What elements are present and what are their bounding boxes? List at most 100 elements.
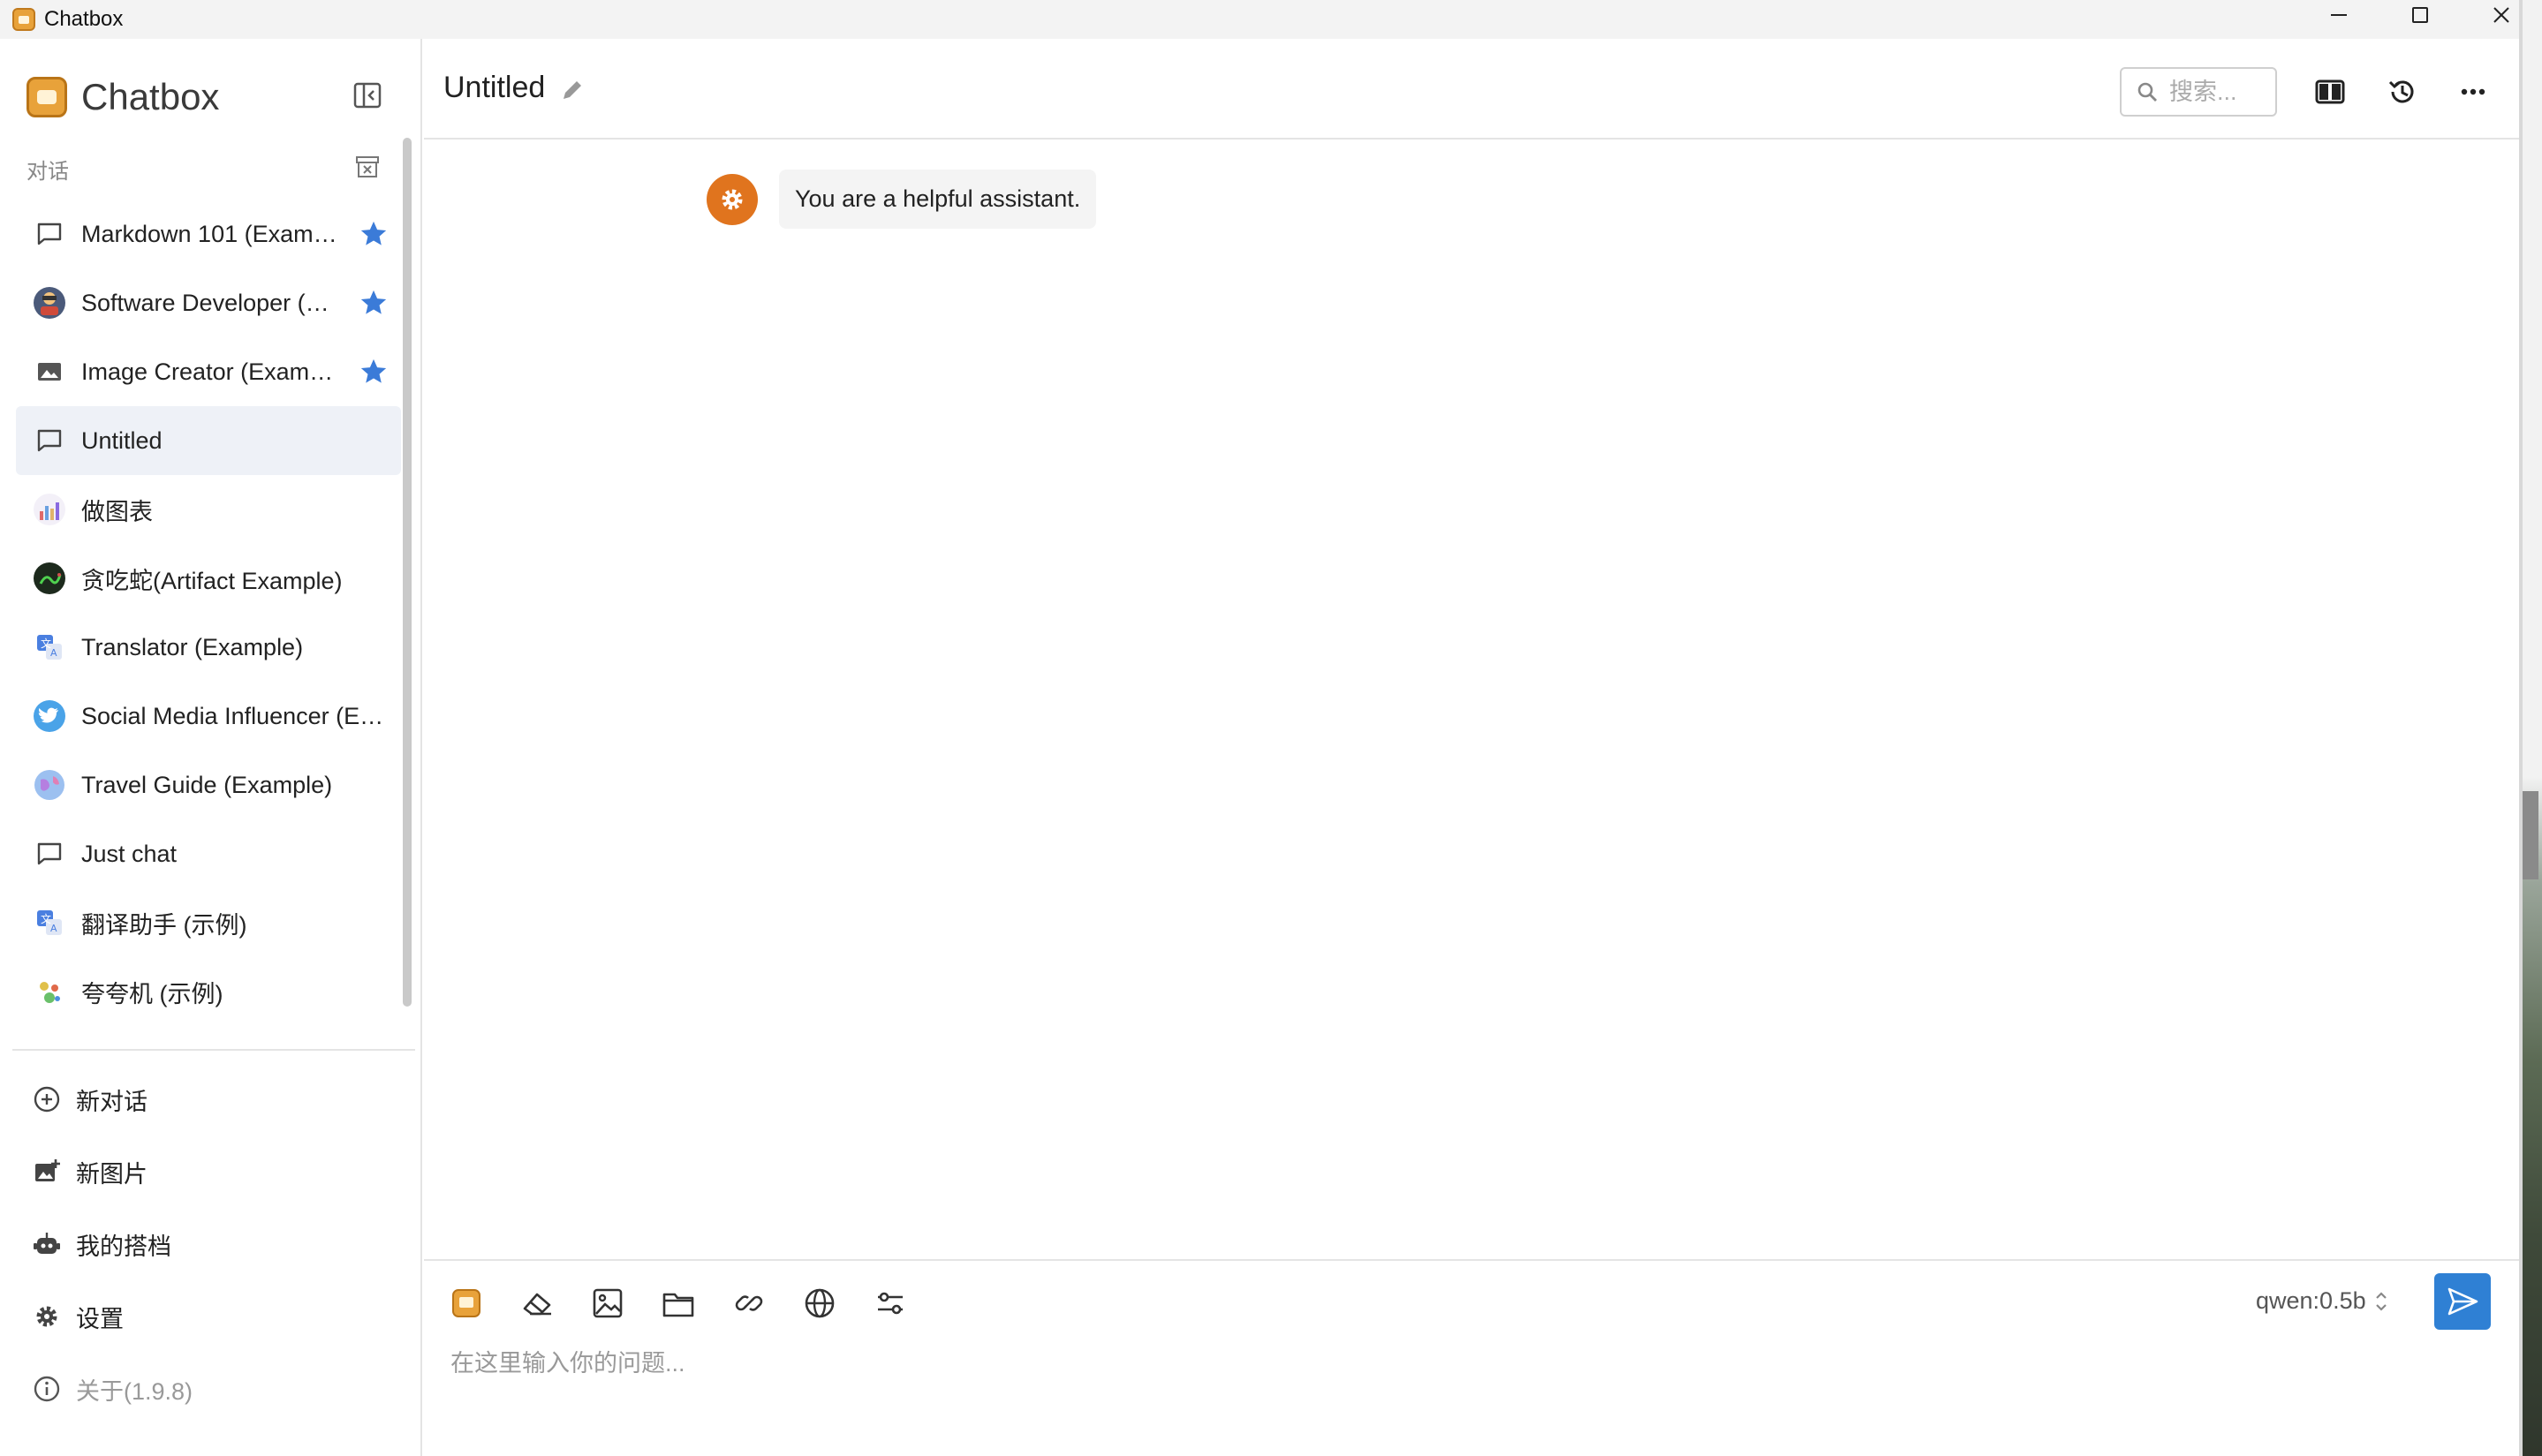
system-avatar bbox=[707, 173, 758, 225]
conversation-item[interactable]: Social Media Influencer (Example) bbox=[16, 682, 401, 751]
maximize-button[interactable] bbox=[2379, 0, 2461, 30]
copilot-button[interactable] bbox=[447, 1284, 486, 1323]
new-chat-button[interactable]: 新对话 bbox=[16, 1063, 401, 1135]
message-bubble[interactable]: You are a helpful assistant. bbox=[779, 170, 1097, 229]
conversation-label: Travel Guide (Example) bbox=[81, 771, 333, 798]
split-view-button[interactable] bbox=[2309, 71, 2351, 113]
composer: qwen:0.5b bbox=[424, 1259, 2519, 1456]
sidebar-bottom-nav: 新对话 新图片 我的搭档 设置 关于(1.9.8) bbox=[16, 1063, 401, 1425]
add-image-icon bbox=[35, 1159, 60, 1181]
conversation-label: Untitled bbox=[81, 426, 163, 454]
search-box[interactable] bbox=[2120, 67, 2277, 117]
system-message: You are a helpful assistant. bbox=[707, 170, 1097, 229]
conversation-item[interactable]: 贪吃蛇(Artifact Example) bbox=[16, 544, 401, 613]
translate-avatar-icon: 文A bbox=[32, 905, 67, 940]
minimize-icon bbox=[2331, 14, 2347, 16]
conversation-item[interactable]: Travel Guide (Example) bbox=[16, 751, 401, 819]
split-view-icon bbox=[2315, 79, 2345, 104]
conversation-list: Markdown 101 (Example) Software Develope… bbox=[16, 200, 401, 1026]
globe-avatar-icon bbox=[32, 767, 67, 803]
image-icon bbox=[32, 354, 67, 389]
svg-text:A: A bbox=[50, 647, 57, 659]
sidebar: Chatbox 对话 Markdown 101 (Example) Softwa… bbox=[0, 39, 422, 1456]
conversation-label: Software Developer (Example) bbox=[81, 289, 343, 316]
more-horizontal-icon bbox=[2461, 88, 2485, 95]
brand: Chatbox bbox=[26, 71, 219, 124]
star-icon[interactable] bbox=[359, 288, 389, 318]
history-button[interactable] bbox=[2381, 71, 2424, 113]
sidebar-scrollbar[interactable] bbox=[403, 138, 412, 1007]
my-copilots-label: 我的搭档 bbox=[76, 1233, 171, 1260]
history-icon bbox=[2388, 80, 2414, 103]
close-icon bbox=[2493, 7, 2509, 23]
chatbox-app-icon bbox=[12, 8, 35, 31]
window-title: Chatbox bbox=[44, 7, 124, 31]
sidebar-divider bbox=[12, 1049, 415, 1051]
about-label: 关于(1.9.8) bbox=[76, 1377, 193, 1405]
clear-conversations-button[interactable] bbox=[352, 152, 383, 182]
more-options-button[interactable] bbox=[2452, 71, 2494, 113]
send-icon bbox=[2447, 1287, 2478, 1316]
sliders-icon bbox=[878, 1292, 903, 1315]
conversation-label: Translator (Example) bbox=[81, 633, 304, 660]
chat-settings-button[interactable] bbox=[871, 1284, 910, 1323]
conversation-label: 贪吃蛇(Artifact Example) bbox=[81, 567, 343, 594]
model-name: qwen:0.5b bbox=[2256, 1287, 2366, 1314]
window-edge bbox=[2519, 0, 2523, 1456]
new-image-label: 新图片 bbox=[76, 1160, 148, 1188]
attach-image-button[interactable] bbox=[588, 1284, 627, 1323]
conversation-item[interactable]: 夸夸机 (示例) bbox=[16, 957, 401, 1026]
gear-icon bbox=[36, 1306, 57, 1327]
folder-icon bbox=[662, 1293, 694, 1317]
eraser-icon bbox=[523, 1293, 551, 1316]
search-input[interactable] bbox=[2168, 77, 2265, 107]
chatbox-logo-icon bbox=[452, 1289, 480, 1317]
web-search-button[interactable] bbox=[800, 1284, 839, 1323]
star-icon[interactable] bbox=[359, 357, 389, 387]
twitter-avatar-icon bbox=[32, 698, 67, 734]
gear-icon bbox=[722, 189, 743, 209]
conversation-label: 夸夸机 (示例) bbox=[81, 980, 223, 1007]
edit-pencil-icon[interactable] bbox=[560, 78, 585, 102]
conversation-label: Just chat bbox=[81, 840, 178, 867]
chatbox-logo-icon bbox=[26, 77, 67, 117]
conversation-item[interactable]: 文A 翻译助手 (示例) bbox=[16, 888, 401, 957]
collapse-sidebar-button[interactable] bbox=[350, 78, 385, 113]
globe-icon bbox=[805, 1288, 835, 1318]
attach-file-button[interactable] bbox=[659, 1284, 698, 1323]
conversation-title: Untitled bbox=[443, 71, 546, 104]
page-scrollbar-thumb[interactable] bbox=[2523, 791, 2538, 879]
chart-avatar-icon bbox=[32, 492, 67, 527]
conversation-item[interactable]: 做图表 bbox=[16, 475, 401, 544]
conversation-item[interactable]: Just chat bbox=[16, 819, 401, 888]
conversation-item[interactable]: 文A Translator (Example) bbox=[16, 613, 401, 682]
conversation-item-active[interactable]: Untitled bbox=[16, 406, 401, 475]
link-icon bbox=[735, 1295, 763, 1311]
new-chat-label: 新对话 bbox=[76, 1088, 148, 1115]
composer-toolbar bbox=[447, 1284, 942, 1323]
minimize-button[interactable] bbox=[2298, 0, 2379, 30]
chat-bubble-icon bbox=[32, 216, 67, 252]
sidebar-collapse-icon bbox=[353, 82, 382, 109]
about-button[interactable]: 关于(1.9.8) bbox=[16, 1353, 401, 1425]
star-icon[interactable] bbox=[359, 219, 389, 249]
conversation-label: Markdown 101 (Example) bbox=[81, 220, 343, 247]
new-image-button[interactable]: 新图片 bbox=[16, 1135, 401, 1208]
settings-button[interactable]: 设置 bbox=[16, 1280, 401, 1353]
archive-icon bbox=[356, 156, 379, 177]
chat-header: Untitled bbox=[424, 39, 2519, 140]
window-controls bbox=[2298, 0, 2542, 39]
conversation-item[interactable]: Software Developer (Example) bbox=[16, 268, 401, 337]
message-input[interactable] bbox=[449, 1342, 2480, 1430]
chat-main: Untitled You are a helpful assistant. bbox=[424, 39, 2519, 1456]
conversation-item[interactable]: Image Creator (Example) bbox=[16, 337, 401, 406]
send-button[interactable] bbox=[2434, 1273, 2491, 1330]
chat-bubble-icon bbox=[32, 836, 67, 871]
model-selector[interactable]: qwen:0.5b bbox=[2256, 1287, 2391, 1315]
chat-bubble-icon bbox=[32, 423, 67, 458]
my-copilots-button[interactable]: 我的搭档 bbox=[16, 1208, 401, 1280]
attach-link-button[interactable] bbox=[730, 1284, 768, 1323]
clear-context-button[interactable] bbox=[518, 1284, 556, 1323]
conversation-label: Image Creator (Example) bbox=[81, 358, 343, 385]
conversation-item[interactable]: Markdown 101 (Example) bbox=[16, 200, 401, 268]
